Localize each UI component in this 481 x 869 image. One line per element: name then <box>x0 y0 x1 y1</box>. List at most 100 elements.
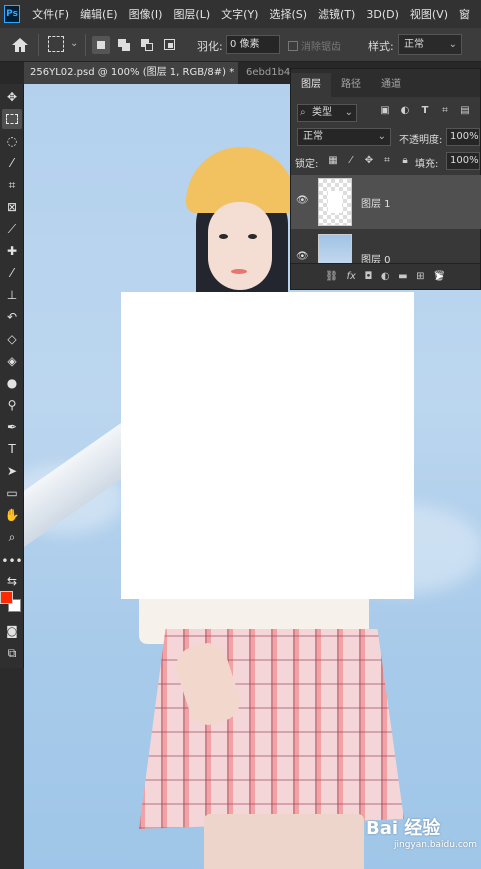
magic-wand-tool-icon[interactable]: ⁄ <box>2 153 22 173</box>
lock-transparent-pixels-icon[interactable]: ▦ <box>327 155 339 167</box>
move-tool-icon[interactable]: ✥ <box>2 87 22 107</box>
fill-input[interactable]: 100% <box>446 152 480 170</box>
layer-row[interactable]: 👁︎ 图层 1 <box>291 175 481 229</box>
face <box>208 202 272 290</box>
brush-tool-icon[interactable]: ⁄ <box>2 263 22 283</box>
adjustment-filter-icon[interactable]: ◐ <box>399 105 411 117</box>
screen-mode-icon[interactable]: ⧉ <box>2 643 22 663</box>
tab-channels[interactable]: 通道 <box>371 73 411 97</box>
blur-tool-icon[interactable]: ● <box>2 373 22 393</box>
path-selection-tool-icon[interactable]: ➤ <box>2 461 22 481</box>
eraser-tool-icon[interactable]: ◇ <box>2 329 22 349</box>
antialias-checkbox[interactable]: 消除锯齿 <box>288 38 341 53</box>
visibility-eye-icon[interactable]: 👁︎ <box>296 251 310 262</box>
style-select[interactable]: 正常 ⌄ <box>398 34 462 55</box>
hand-tool-icon[interactable]: ✋ <box>2 505 22 525</box>
clone-stamp-tool-icon[interactable]: ⊥ <box>2 285 22 305</box>
zoom-tool-icon[interactable]: ⌕ <box>2 527 22 547</box>
tab-paths[interactable]: 路径 <box>331 73 371 97</box>
lock-icons: ▦ ⁄ ✥ ⌗ 🔒︎ <box>327 155 411 167</box>
healing-brush-tool-icon[interactable]: ✚ <box>2 241 22 261</box>
menu-file[interactable]: 文件(F) <box>32 6 69 22</box>
swap-colors-icon[interactable]: ⇆ <box>2 571 22 591</box>
layers-panel: 图层 路径 通道 ⌕ 类型 ⌄ ▣ ◐ T ⌗ ▤ 正常 ⌄ 不透明度: 100… <box>290 68 481 290</box>
history-brush-tool-icon[interactable]: ↶ <box>2 307 22 327</box>
layer-name: 图层 1 <box>361 199 391 210</box>
rect-marquee-tool-icon[interactable] <box>2 109 22 129</box>
blend-mode-select[interactable]: 正常 ⌄ <box>297 128 391 146</box>
document-tab-title: 6ebd1b4 <box>246 67 290 78</box>
menu-3d[interactable]: 3D(D) <box>366 8 399 21</box>
link-layers-icon[interactable]: ⛓︎ <box>325 271 338 282</box>
menu-type[interactable]: 文字(Y) <box>221 6 258 22</box>
right-eye <box>248 234 257 239</box>
antialias-label: 消除锯齿 <box>301 42 341 53</box>
shape-filter-icon[interactable]: ⌗ <box>439 105 451 117</box>
chevron-down-icon[interactable]: ⌄ <box>70 38 78 49</box>
lock-artboard-icon[interactable]: ⌗ <box>381 155 393 167</box>
style-label: 样式: <box>368 40 394 53</box>
tab-layers[interactable]: 图层 <box>291 73 331 97</box>
paint-bucket-tool-icon[interactable]: ◈ <box>2 351 22 371</box>
menu-bar: Ps 文件(F) 编辑(E) 图像(I) 图层(L) 文字(Y) 选择(S) 滤… <box>0 0 481 28</box>
type-tool-icon[interactable]: T <box>2 439 22 459</box>
smart-object-filter-icon[interactable]: ▤ <box>459 105 471 117</box>
dodge-tool-icon[interactable]: ⚲ <box>2 395 22 415</box>
layer-thumbnail <box>318 178 352 226</box>
options-bar: ⌄ 羽化: 0 像素 消除锯齿 样式: 正常 ⌄ <box>0 28 481 62</box>
menu-select[interactable]: 选择(S) <box>269 6 307 22</box>
new-group-icon[interactable]: ▬ <box>398 271 407 282</box>
crop-tool-icon[interactable]: ⌗ <box>2 175 22 195</box>
layers-panel-footer: ⛓︎ fx ◘ ◐ ▬ ⊞ 🗑︎ <box>291 263 480 289</box>
visibility-eye-icon[interactable]: 👁︎ <box>296 195 310 206</box>
home-icon[interactable] <box>9 35 31 55</box>
type-filter-icon[interactable]: T <box>419 105 431 117</box>
pen-tool-icon[interactable]: ✒ <box>2 417 22 437</box>
menu-window[interactable]: 窗 <box>459 6 470 22</box>
menu-edit[interactable]: 编辑(E) <box>80 6 118 22</box>
intersect-selection-button[interactable] <box>161 36 179 54</box>
rectangle-tool-icon[interactable]: ▭ <box>2 483 22 503</box>
menu-image[interactable]: 图像(I) <box>129 6 163 22</box>
chevron-down-icon: ⌄ <box>344 107 353 118</box>
white-filled-selection <box>121 292 414 599</box>
document-tab-title: 256YL02.psd @ 100% (图层 1, RGB/8#) * <box>30 67 235 78</box>
left-eye <box>219 234 228 239</box>
lock-image-pixels-icon[interactable]: ⁄ <box>345 155 357 167</box>
pixel-filter-icon[interactable]: ▣ <box>379 105 391 117</box>
add-to-selection-button[interactable] <box>115 36 133 54</box>
opacity-input[interactable]: 100% <box>446 128 480 146</box>
checkbox-icon <box>288 40 298 51</box>
document-tab-inactive[interactable]: 6ebd1b4 <box>240 62 290 84</box>
new-selection-button[interactable] <box>92 36 110 54</box>
rect-marquee-preset-icon[interactable] <box>48 36 64 52</box>
layer-name: 图层 0 <box>361 255 391 263</box>
lips <box>231 269 247 274</box>
lock-position-icon[interactable]: ✥ <box>363 155 375 167</box>
frame-tool-icon[interactable]: ⊠ <box>2 197 22 217</box>
layer-row[interactable]: 👁︎ 图层 0 <box>291 231 481 263</box>
menu-filter[interactable]: 滤镜(T) <box>318 6 355 22</box>
layer-style-fx-icon[interactable]: fx <box>346 271 355 282</box>
divider <box>38 34 39 56</box>
lock-label: 锁定: <box>295 159 319 170</box>
lock-all-icon[interactable]: 🔒︎ <box>399 155 411 167</box>
legs <box>204 814 364 869</box>
layer-filter-select[interactable]: ⌕ 类型 ⌄ <box>297 104 357 122</box>
foreground-color-swatch[interactable] <box>0 591 13 604</box>
adjustment-layer-icon[interactable]: ◐ <box>381 271 390 282</box>
document-tab-active[interactable]: 256YL02.psd @ 100% (图层 1, RGB/8#) * × <box>24 62 238 84</box>
quick-mask-icon[interactable]: ◙ <box>2 621 22 641</box>
eyedropper-tool-icon[interactable]: ⟋ <box>2 219 22 239</box>
menu-view[interactable]: 视图(V) <box>410 6 448 22</box>
feather-input[interactable]: 0 像素 <box>226 35 280 54</box>
tools-panel: ✥ ◌ ⁄ ⌗ ⊠ ⟋ ✚ ⁄ ⊥ ↶ ◇ ◈ ● ⚲ ✒ T ➤ ▭ ✋ ⌕ … <box>0 84 24 668</box>
add-mask-icon[interactable]: ◘ <box>364 271 372 282</box>
subtract-from-selection-button[interactable] <box>138 36 156 54</box>
menu-layer[interactable]: 图层(L) <box>173 6 210 22</box>
new-layer-icon[interactable]: ⊞ <box>416 271 424 282</box>
photoshop-logo-icon: Ps <box>4 5 21 23</box>
more-tools-icon[interactable]: ••• <box>1 551 22 571</box>
panel-tabs: 图层 路径 通道 <box>291 69 480 97</box>
lasso-tool-icon[interactable]: ◌ <box>2 131 22 151</box>
